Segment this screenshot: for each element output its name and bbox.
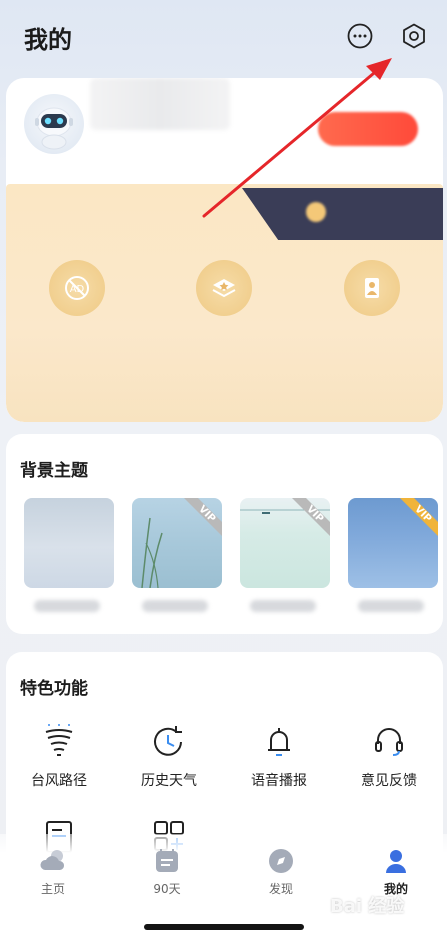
theme-item[interactable]: VIP	[240, 498, 330, 612]
cloud-icon	[38, 846, 68, 876]
compass-icon	[266, 846, 296, 876]
feature-label: 意见反馈	[361, 773, 417, 789]
theme-name	[358, 600, 424, 612]
history-clock-icon	[149, 722, 189, 762]
feature-label: 语音播报	[251, 773, 307, 789]
message-icon[interactable]	[346, 22, 374, 50]
login-button[interactable]	[318, 112, 418, 146]
headset-icon	[369, 722, 409, 762]
tab-discover[interactable]: 发现	[241, 846, 321, 897]
theme-thumbnail[interactable]	[24, 498, 114, 588]
feature-typhoon[interactable]: 台风路径	[14, 722, 104, 790]
feature-label: 台风路径	[31, 773, 87, 789]
theme-item[interactable]: VIP	[348, 498, 438, 612]
theme-star-icon[interactable]	[196, 260, 252, 316]
page-title: 我的	[24, 26, 72, 54]
bell-icon	[259, 722, 299, 762]
feature-voice-broadcast[interactable]: 语音播报	[234, 722, 324, 790]
calendar-icon	[152, 846, 182, 876]
feature-label: 历史天气	[141, 773, 197, 789]
top-bar: 我的	[0, 0, 447, 76]
no-ads-icon[interactable]: AD	[49, 260, 105, 316]
tab-90-days[interactable]: 90天	[127, 846, 207, 897]
theme-name	[250, 600, 316, 612]
theme-name	[34, 600, 100, 612]
themes-card: 背景主题 VIP VIP VIP	[6, 434, 443, 634]
theme-thumbnail[interactable]: VIP	[240, 498, 330, 588]
feature-feedback[interactable]: 意见反馈	[344, 722, 434, 790]
tab-home[interactable]: 主页	[13, 846, 93, 897]
tab-label: 发现	[268, 882, 293, 896]
theme-thumbnail[interactable]: VIP	[132, 498, 222, 588]
feature-history-weather[interactable]: 历史天气	[124, 722, 214, 790]
diamond-icon	[306, 202, 326, 222]
tab-mine[interactable]: 我的	[356, 846, 436, 897]
voice-figure-icon[interactable]	[344, 260, 400, 316]
features-title: 特色功能	[20, 679, 88, 699]
theme-item[interactable]: VIP	[132, 498, 222, 612]
watermark: Bai 经验	[330, 896, 405, 917]
username-text	[90, 78, 230, 130]
home-indicator[interactable]	[144, 924, 304, 930]
theme-thumbnail[interactable]: VIP	[348, 498, 438, 588]
typhoon-icon	[39, 722, 79, 762]
vip-ribbon: VIP	[178, 498, 222, 542]
tab-label: 90天	[153, 882, 181, 896]
vip-ribbon: VIP	[394, 498, 438, 542]
settings-icon[interactable]	[400, 22, 428, 50]
theme-item[interactable]	[24, 498, 114, 612]
vip-open-label[interactable]	[306, 202, 332, 222]
tab-label: 主页	[40, 882, 65, 896]
profile-card: AD	[6, 78, 443, 422]
avatar[interactable]	[24, 94, 84, 154]
theme-name	[142, 600, 208, 612]
person-icon	[381, 846, 411, 876]
vip-ribbon: VIP	[286, 498, 330, 542]
themes-title: 背景主题	[20, 461, 88, 481]
